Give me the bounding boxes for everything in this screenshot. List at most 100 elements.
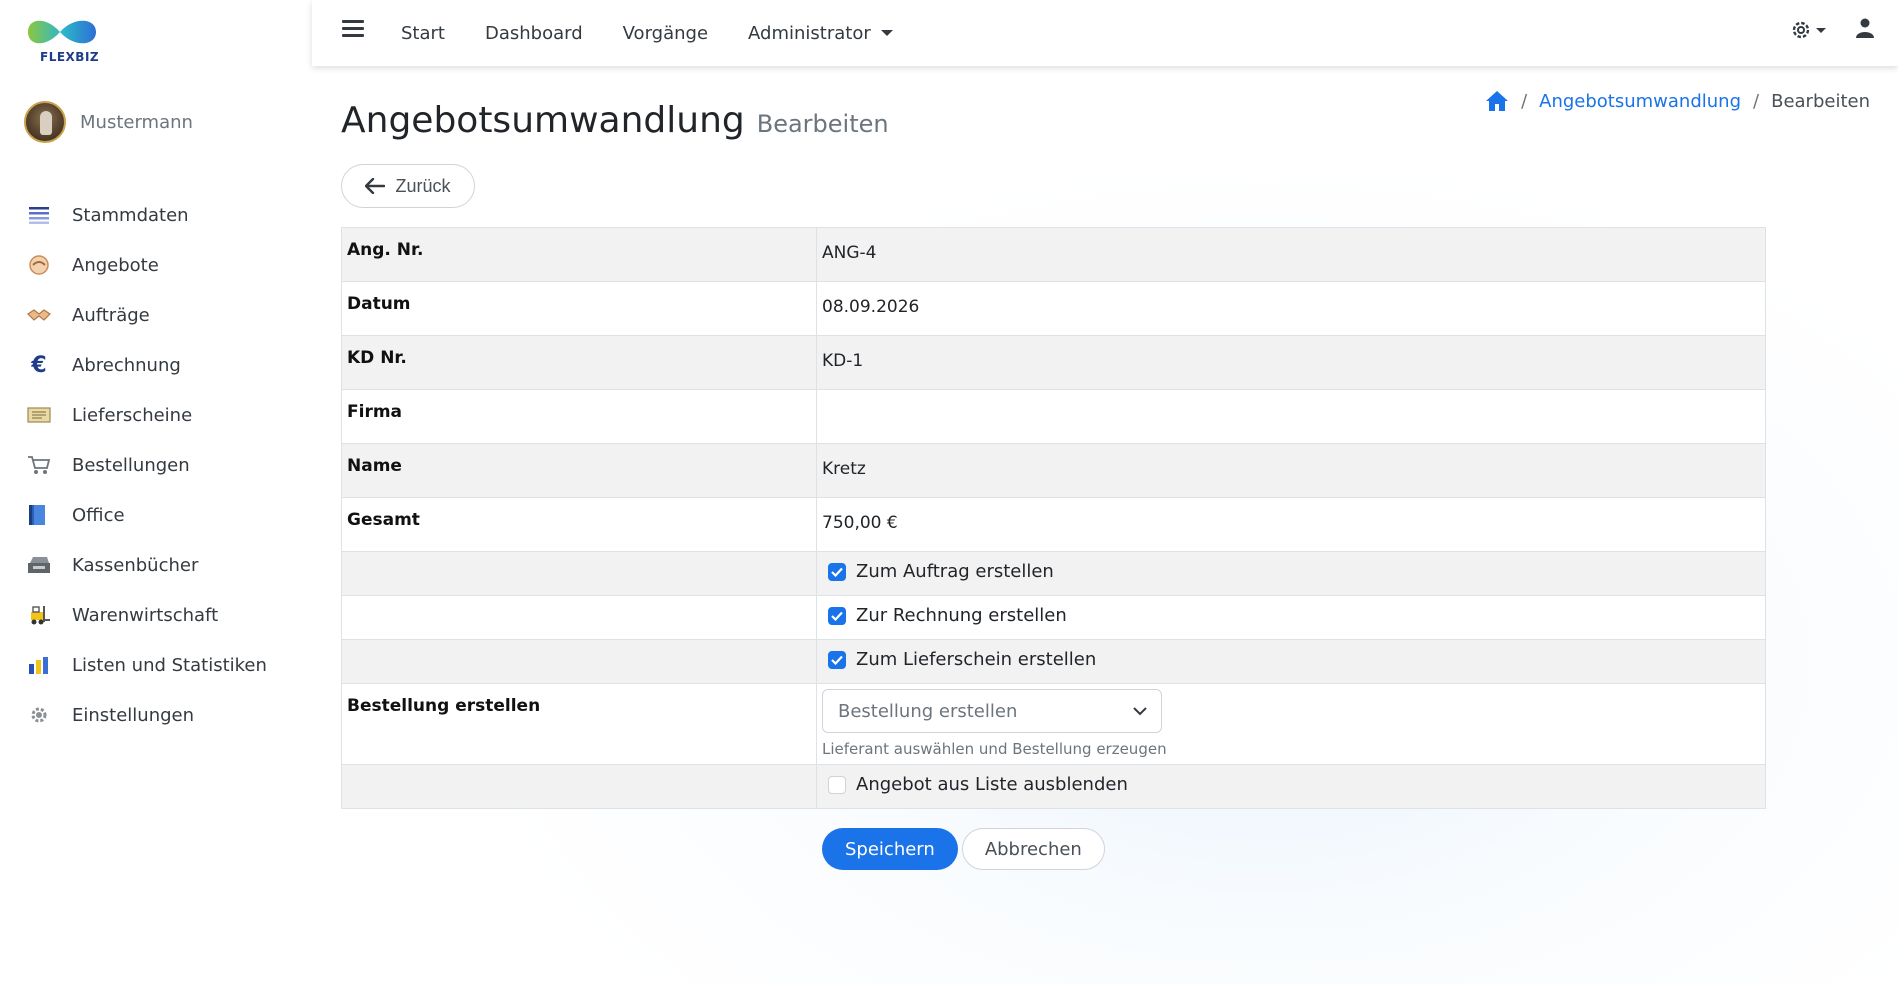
table-row: KD Nr. KD-1 bbox=[341, 335, 1766, 390]
field-label: Ang. Nr. bbox=[341, 227, 817, 282]
euro-icon: € bbox=[31, 352, 47, 378]
checkbox-cell: Zur Rechnung erstellen bbox=[816, 595, 1766, 640]
field-value-gesamt: 750,00 € bbox=[816, 497, 1766, 552]
user-icon bbox=[1856, 18, 1874, 38]
avatar bbox=[24, 101, 66, 143]
sidebar-item-label: Bestellungen bbox=[72, 454, 190, 476]
lieferschein-checkbox-row[interactable]: Zum Lieferschein erstellen bbox=[822, 649, 1760, 670]
gear-icon bbox=[26, 702, 52, 728]
table-row: Zum Auftrag erstellen bbox=[341, 551, 1766, 596]
table-row: Bestellung erstellen Bestellung erstelle… bbox=[341, 683, 1766, 765]
empty-label-cell bbox=[341, 639, 817, 684]
handshake-icon bbox=[26, 302, 52, 328]
cashbox-icon bbox=[26, 552, 52, 578]
rechnung-checkbox-label: Zur Rechnung erstellen bbox=[856, 605, 1067, 626]
topnav-dashboard-link[interactable]: Dashboard bbox=[485, 23, 583, 44]
theme-settings-button[interactable] bbox=[1790, 19, 1826, 41]
checkmark-icon bbox=[831, 655, 843, 665]
page-subheading: Bearbeiten bbox=[756, 110, 889, 138]
breadcrumb: / Angebotsumwandlung / Bearbeiten bbox=[1485, 90, 1870, 112]
hamburger-menu-icon[interactable] bbox=[342, 20, 364, 42]
table-row: Zum Lieferschein erstellen bbox=[341, 639, 1766, 684]
field-label: Gesamt bbox=[341, 497, 817, 552]
topnav-administrator-dropdown[interactable]: Administrator bbox=[748, 23, 893, 44]
field-label: KD Nr. bbox=[341, 335, 817, 390]
chevron-down-icon bbox=[1133, 706, 1147, 715]
sidebar-item-office[interactable]: Office bbox=[26, 490, 306, 540]
sidebar-item-label: Aufträge bbox=[72, 304, 150, 326]
sidebar-item-abrechnung[interactable]: € Abrechnung bbox=[26, 340, 306, 390]
auftrag-checkbox-row[interactable]: Zum Auftrag erstellen bbox=[822, 561, 1760, 582]
bestellung-select[interactable]: Bestellung erstellen bbox=[822, 689, 1162, 733]
home-icon[interactable] bbox=[1485, 90, 1509, 112]
sidebar-item-label: Office bbox=[72, 504, 125, 526]
sidebar-item-label: Lieferscheine bbox=[72, 404, 193, 426]
sidebar-item-label: Kassenbücher bbox=[72, 554, 199, 576]
sidebar-item-lieferscheine[interactable]: Lieferscheine bbox=[26, 390, 306, 440]
hide-offer-checkbox-row[interactable]: Angebot aus Liste ausblenden bbox=[822, 774, 1760, 795]
table-row: Gesamt 750,00 € bbox=[341, 497, 1766, 552]
caret-down-icon bbox=[1816, 27, 1826, 33]
hide-offer-checkbox-label: Angebot aus Liste ausblenden bbox=[856, 774, 1128, 795]
sidebar-item-stammdaten[interactable]: Stammdaten bbox=[26, 190, 306, 240]
user-profile[interactable]: Mustermann bbox=[24, 100, 193, 144]
bestellung-select-placeholder: Bestellung erstellen bbox=[838, 700, 1018, 722]
sidebar-item-label: Abrechnung bbox=[72, 354, 181, 376]
lieferschein-checkbox[interactable] bbox=[828, 650, 846, 669]
field-label: Name bbox=[341, 443, 817, 498]
bar-chart-icon bbox=[26, 652, 52, 678]
sidebar: FLEXBIZ Mustermann Stammdaten Angebote A… bbox=[0, 0, 312, 984]
auftrag-checkbox[interactable] bbox=[828, 562, 846, 581]
field-value-ang-nr: ANG-4 bbox=[816, 227, 1766, 282]
sidebar-item-kassenbuecher[interactable]: Kassenbücher bbox=[26, 540, 306, 590]
conversion-form-table: Ang. Nr. ANG-4 Datum 08.09.2026 KD Nr. K… bbox=[341, 227, 1766, 809]
bestellung-help-text: Lieferant auswählen und Bestellung erzeu… bbox=[822, 740, 1167, 758]
back-button[interactable]: Zurück bbox=[341, 164, 475, 208]
empty-label-cell bbox=[341, 595, 817, 640]
field-value-kd-nr: KD-1 bbox=[816, 335, 1766, 390]
checkmark-icon bbox=[831, 567, 843, 577]
field-value-name: Kretz bbox=[816, 443, 1766, 498]
field-label: Firma bbox=[341, 389, 817, 444]
hide-offer-checkbox[interactable] bbox=[828, 775, 846, 794]
chevron-down-icon bbox=[880, 30, 893, 36]
empty-label-cell bbox=[341, 551, 817, 596]
arrow-left-icon bbox=[365, 178, 386, 194]
table-row: Angebot aus Liste ausblenden bbox=[341, 764, 1766, 809]
bestellung-cell: Bestellung erstellen Lieferant auswählen… bbox=[816, 683, 1766, 765]
sidebar-item-einstellungen[interactable]: Einstellungen bbox=[26, 690, 306, 740]
table-row: Datum 08.09.2026 bbox=[341, 281, 1766, 336]
topnav-vorgaenge-link[interactable]: Vorgänge bbox=[623, 23, 708, 44]
delivery-note-icon bbox=[26, 402, 52, 428]
rechnung-checkbox[interactable] bbox=[828, 606, 846, 625]
field-value-datum: 08.09.2026 bbox=[816, 281, 1766, 336]
sidebar-item-label: Einstellungen bbox=[72, 704, 195, 726]
save-button[interactable]: Speichern bbox=[822, 828, 958, 870]
form-actions: Speichern Abbrechen bbox=[822, 828, 1105, 870]
rechnung-checkbox-row[interactable]: Zur Rechnung erstellen bbox=[822, 605, 1760, 626]
sidebar-item-label: Warenwirtschaft bbox=[72, 604, 219, 626]
sidebar-item-listen-statistiken[interactable]: Listen und Statistiken bbox=[26, 640, 306, 690]
table-row: Ang. Nr. ANG-4 bbox=[341, 227, 1766, 282]
auftrag-checkbox-label: Zum Auftrag erstellen bbox=[856, 561, 1054, 582]
sidebar-item-angebote[interactable]: Angebote bbox=[26, 240, 306, 290]
sidebar-item-label: Angebote bbox=[72, 254, 159, 276]
cancel-button[interactable]: Abbrechen bbox=[961, 828, 1105, 870]
breadcrumb-separator: / bbox=[1753, 90, 1760, 112]
user-menu-button[interactable] bbox=[1856, 18, 1874, 42]
logo-icon bbox=[28, 20, 96, 44]
back-button-label: Zurück bbox=[395, 175, 451, 196]
sidebar-item-warenwirtschaft[interactable]: Warenwirtschaft bbox=[26, 590, 306, 640]
top-right-actions bbox=[1790, 18, 1874, 42]
sidebar-item-auftraege[interactable]: Aufträge bbox=[26, 290, 306, 340]
page-title: Angebotsumwandlung Bearbeiten bbox=[341, 100, 889, 141]
sidebar-item-label: Listen und Statistiken bbox=[72, 654, 267, 676]
table-row: Zur Rechnung erstellen bbox=[341, 595, 1766, 640]
checkbox-cell: Zum Auftrag erstellen bbox=[816, 551, 1766, 596]
field-value-firma bbox=[816, 389, 1766, 444]
office-book-icon bbox=[26, 502, 52, 528]
breadcrumb-link[interactable]: Angebotsumwandlung bbox=[1539, 91, 1741, 112]
topnav-start-link[interactable]: Start bbox=[401, 23, 445, 44]
sidebar-item-bestellungen[interactable]: Bestellungen bbox=[26, 440, 306, 490]
cart-icon bbox=[26, 452, 52, 478]
